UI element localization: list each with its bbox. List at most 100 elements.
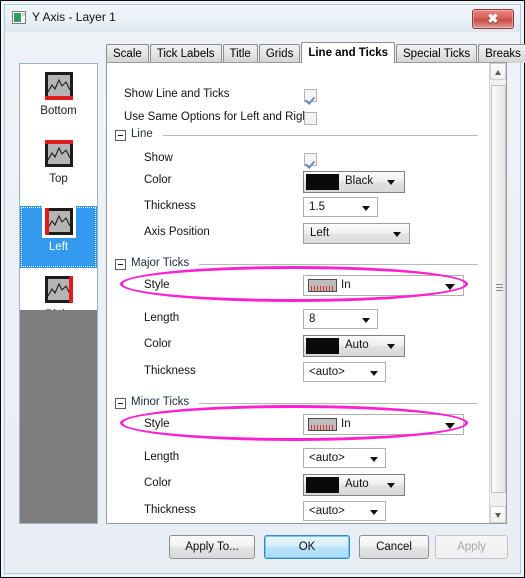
collapse-icon[interactable] [115, 398, 126, 409]
line-color-combo[interactable]: Black [303, 171, 405, 193]
grip-icon [496, 284, 503, 291]
major-style-value: In [341, 279, 351, 291]
scroll-up-button[interactable] [490, 63, 506, 80]
axis-position-value: Left [310, 227, 330, 239]
group-rule [163, 135, 478, 136]
minor-length-label: Length [144, 451, 180, 463]
line-show-checkbox[interactable] [304, 153, 317, 166]
close-icon: ✖ [487, 11, 499, 26]
color-swatch [306, 477, 339, 493]
major-thickness-value: <auto> [309, 366, 345, 378]
major-thickness-label: Thickness [144, 365, 196, 377]
major-length-label: Length [144, 312, 180, 324]
triangle-up-icon [495, 70, 501, 75]
tab-label: Tick Labels [156, 48, 215, 60]
title-bar[interactable]: Y Axis - Layer 1 ✖ [5, 5, 520, 32]
minor-length-value: <auto> [309, 452, 345, 464]
line-show-label: Show [144, 152, 173, 164]
chevron-down-icon [387, 344, 395, 349]
minor-length-combo[interactable]: <auto> [303, 448, 386, 468]
minor-color-value: Auto [345, 478, 369, 490]
major-thickness-combo[interactable]: <auto> [303, 362, 386, 382]
show-line-and-ticks-label: Show Line and Ticks [124, 88, 230, 100]
chevron-down-icon [393, 232, 401, 237]
tab-label: Breaks [485, 48, 521, 60]
chevron-down-icon [370, 371, 378, 376]
collapse-icon[interactable] [115, 130, 126, 141]
sidebar-item-label: Left [48, 241, 69, 253]
tab-tick-labels[interactable]: Tick Labels [149, 44, 222, 63]
tab-strip: Scale Tick Labels Title Grids Line and T… [106, 42, 525, 63]
line-thickness-combo[interactable]: 1.5 [303, 197, 378, 217]
chevron-down-icon [387, 483, 395, 488]
vertical-scrollbar[interactable] [489, 63, 506, 523]
axis-position-label: Axis Position [144, 226, 210, 238]
ok-button[interactable]: OK [264, 535, 350, 559]
tick-in-icon [308, 279, 337, 292]
line-color-value: Black [345, 175, 374, 187]
apply-button[interactable]: Apply [435, 535, 508, 559]
color-swatch [306, 174, 339, 190]
chevron-down-icon [362, 206, 370, 211]
tab-grids[interactable]: Grids [258, 44, 301, 63]
color-swatch [306, 338, 339, 354]
line-color-label: Color [144, 174, 172, 186]
minor-style-label: Style [144, 418, 170, 430]
tab-label: Line and Ticks [308, 47, 389, 59]
options-scroll-content: Show Line and Ticks Use Same Options for… [107, 63, 490, 523]
major-tick-style-combo[interactable]: In [303, 275, 464, 296]
group-label: Line [131, 128, 153, 140]
sidebar-item-left[interactable]: Left [20, 206, 97, 268]
line-thickness-value: 1.5 [309, 201, 325, 213]
use-same-options-label: Use Same Options for Left and Right [124, 111, 312, 123]
tab-title[interactable]: Title [222, 44, 258, 63]
scrollbar-thumb[interactable] [491, 85, 506, 493]
line-thickness-label: Thickness [144, 200, 196, 212]
axis-top-icon [41, 138, 76, 170]
chevron-down-icon [370, 510, 378, 515]
collapse-icon[interactable] [115, 259, 126, 270]
chevron-down-icon [370, 457, 378, 462]
sidebar-item-bottom[interactable]: Bottom [20, 70, 97, 132]
minor-style-value: In [341, 418, 351, 430]
chevron-down-icon [387, 180, 395, 185]
window-inner-frame: Y Axis - Layer 1 ✖ Scale Tick Labels Tit… [4, 4, 525, 574]
axis-selector-list[interactable]: Bottom Top Left [19, 63, 98, 524]
minor-tick-style-combo[interactable]: In [303, 414, 464, 435]
show-line-and-ticks-checkbox[interactable] [304, 89, 317, 102]
major-length-combo[interactable]: 8 [303, 309, 378, 329]
sidebar-item-top[interactable]: Top [20, 138, 97, 200]
window-title: Y Axis - Layer 1 [32, 10, 116, 24]
triangle-down-icon [495, 513, 501, 518]
apply-to-button[interactable]: Apply To... [169, 535, 255, 559]
tab-breaks[interactable]: Breaks [478, 44, 525, 63]
major-length-value: 8 [309, 313, 316, 325]
chevron-down-icon [362, 318, 370, 323]
tab-label: Special Ticks [403, 48, 471, 60]
tab-scale[interactable]: Scale [106, 44, 149, 63]
tab-label: Title [229, 48, 251, 60]
close-button[interactable]: ✖ [472, 9, 514, 29]
axis-left-icon [41, 206, 76, 238]
major-color-value: Auto [345, 339, 369, 351]
axis-right-icon [41, 274, 76, 306]
minor-thickness-value: <auto> [309, 505, 345, 517]
tab-special-ticks[interactable]: Special Ticks [396, 44, 478, 63]
axis-position-combo[interactable]: Left [303, 223, 410, 244]
chevron-down-icon [445, 284, 455, 290]
scroll-down-button[interactable] [490, 506, 506, 523]
major-color-combo[interactable]: Auto [303, 335, 405, 357]
cancel-button[interactable]: Cancel [359, 535, 429, 559]
group-rule [199, 403, 478, 404]
use-same-options-checkbox[interactable] [304, 112, 317, 125]
plot-window-icon [12, 11, 26, 24]
major-style-label: Style [144, 279, 170, 291]
tab-line-and-ticks[interactable]: Line and Ticks [301, 42, 396, 63]
sidebar-empty-area [20, 310, 97, 523]
options-panel: Show Line and Ticks Use Same Options for… [106, 62, 507, 524]
dialog-footer: Apply To... OK Cancel Apply [5, 525, 520, 573]
minor-thickness-combo[interactable]: <auto> [303, 501, 386, 521]
minor-color-combo[interactable]: Auto [303, 474, 405, 496]
group-label: Major Ticks [131, 257, 190, 269]
tick-in-icon [308, 418, 337, 431]
